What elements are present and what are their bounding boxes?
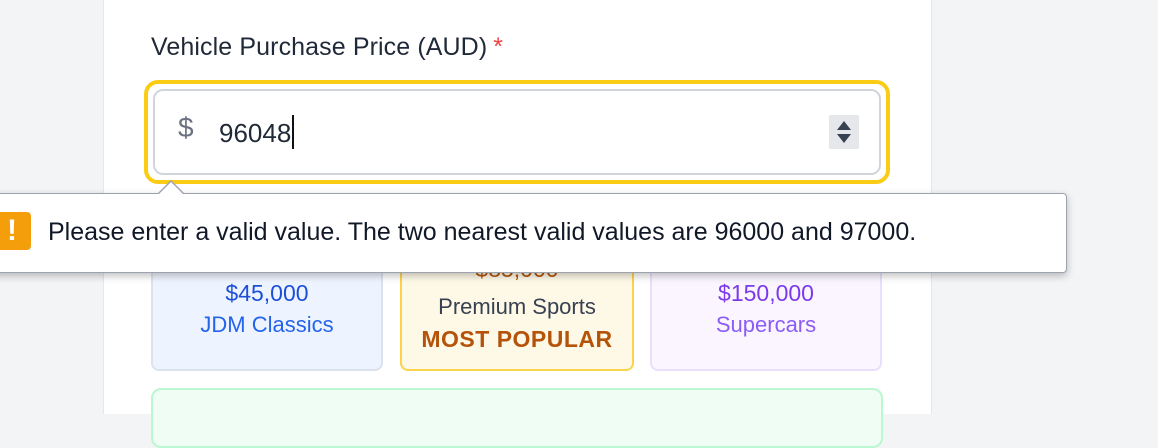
- warning-icon: !: [0, 212, 31, 250]
- preset-price: $150,000: [718, 280, 814, 306]
- preset-name: Supercars: [715, 312, 817, 337]
- most-popular-badge: MOST POPULAR: [421, 326, 613, 352]
- price-input-focus-ring: $ 96048: [144, 80, 890, 184]
- price-label-text: Vehicle Purchase Price (AUD): [151, 33, 488, 61]
- preset-price: $45,000: [225, 280, 309, 306]
- required-marker: *: [493, 33, 504, 61]
- number-spinner[interactable]: [829, 115, 859, 149]
- price-input-value[interactable]: 96048: [219, 115, 295, 149]
- spinner-up-icon[interactable]: [837, 121, 851, 130]
- price-input[interactable]: $ 96048: [153, 89, 881, 175]
- text-caret: [292, 115, 295, 149]
- price-label: Vehicle Purchase Price (AUD) *: [151, 33, 503, 62]
- summary-panel: [151, 388, 883, 448]
- validation-message: Please enter a valid value. The two near…: [48, 218, 917, 246]
- currency-symbol: $: [178, 112, 194, 143]
- validation-tooltip: ! Please enter a valid value. The two ne…: [0, 180, 1067, 273]
- preset-name: JDM Classics: [200, 312, 334, 337]
- price-value-text: 96048: [219, 118, 292, 148]
- spinner-down-icon[interactable]: [837, 134, 851, 143]
- tooltip-arrow-fill: [158, 182, 184, 195]
- preset-name: Premium Sports: [438, 294, 596, 319]
